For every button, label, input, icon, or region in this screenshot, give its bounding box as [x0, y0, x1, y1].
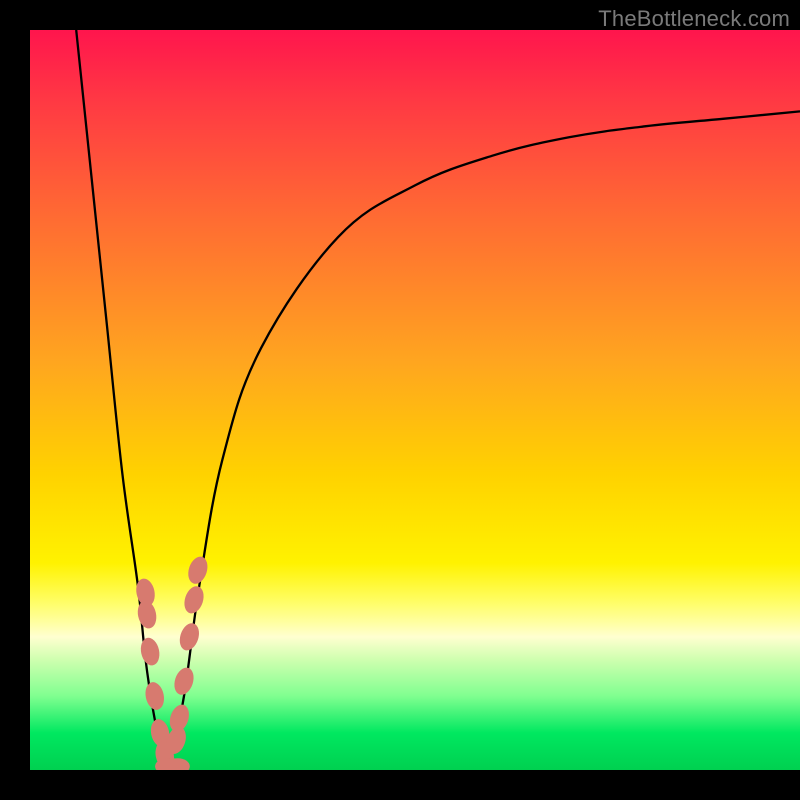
plot-area	[30, 30, 800, 770]
bead-left-2	[138, 636, 161, 667]
bead-right-0	[185, 554, 211, 586]
right-branch-curve	[169, 111, 800, 770]
bead-right-3	[171, 665, 197, 697]
bead-left-3	[143, 680, 166, 711]
watermark-text: TheBottleneck.com	[598, 6, 790, 32]
bottleneck-curve-svg	[30, 30, 800, 770]
bead-right-1	[181, 584, 207, 616]
bead-right-2	[177, 621, 203, 653]
chart-frame: TheBottleneck.com	[0, 0, 800, 800]
